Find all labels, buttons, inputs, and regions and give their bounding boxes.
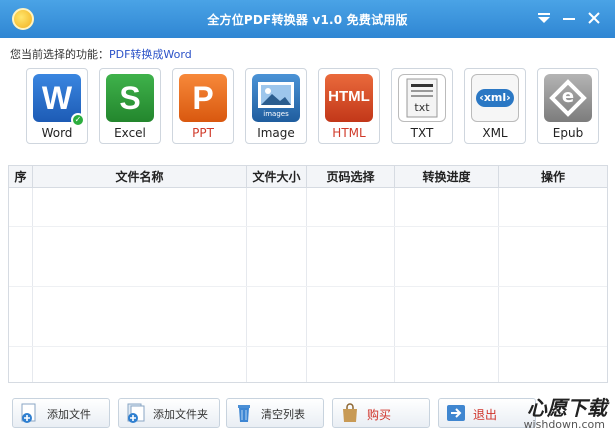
exit-label: 退出 (473, 408, 498, 422)
excel-icon: S (106, 74, 154, 122)
buy-label: 购买 (367, 408, 392, 422)
current-function-value: PDF转换成Word (109, 48, 192, 61)
table-header: 序号 文件名称 文件大小 页码选择 转换进度 操作 (9, 166, 607, 188)
format-excel-button[interactable]: S Excel (99, 68, 161, 144)
col-file-size[interactable]: 文件大小 (247, 166, 307, 188)
format-label: TXT (410, 126, 434, 140)
column-divider (498, 188, 499, 382)
add-file-label: 添加文件 (47, 408, 91, 421)
format-xml-button[interactable]: ‹xml› XML (464, 68, 526, 144)
format-label: XML (482, 126, 508, 140)
selected-check-icon: ✓ (71, 113, 85, 127)
image-icon: images (252, 74, 300, 122)
txt-icon: txt (398, 74, 446, 122)
format-label: Image (257, 126, 295, 140)
format-label: HTML (332, 126, 366, 140)
col-page-select[interactable]: 页码选择 (307, 166, 395, 188)
format-label: Epub (552, 126, 584, 140)
format-label: Excel (114, 126, 146, 140)
column-divider (32, 188, 33, 382)
add-folder-label: 添加文件夹 (153, 408, 208, 421)
column-divider (306, 188, 307, 382)
add-file-button[interactable]: 添加文件 (12, 398, 110, 428)
row-divider (9, 346, 607, 347)
row-divider (9, 226, 607, 227)
row-divider (9, 286, 607, 287)
minimize-button[interactable] (560, 9, 578, 27)
column-divider (394, 188, 395, 382)
xml-icon: ‹xml› (471, 74, 519, 122)
file-table[interactable]: 序号 文件名称 文件大小 页码选择 转换进度 操作 (8, 165, 608, 383)
window-title: 全方位PDF转换器 v1.0 免费试用版 (207, 13, 408, 27)
close-icon (588, 12, 600, 24)
epub-icon: e (544, 74, 592, 122)
html-icon: HTML (325, 74, 373, 122)
shopping-bag-icon (343, 403, 357, 422)
format-ppt-button[interactable]: P PPT (172, 68, 234, 144)
menu-dropdown-button[interactable] (535, 9, 553, 27)
format-image-button[interactable]: images Image (245, 68, 307, 144)
exit-arrow-icon (447, 405, 465, 421)
clear-list-button[interactable]: 清空列表 (226, 398, 324, 428)
clear-list-label: 清空列表 (261, 408, 305, 421)
format-html-button[interactable]: HTML HTML (318, 68, 380, 144)
current-function: 您当前选择的功能：PDF转换成Word (10, 46, 192, 62)
title-bar: 全方位PDF转换器 v1.0 免费试用版 (0, 0, 615, 38)
buy-button[interactable]: 购买 (332, 398, 430, 428)
chevron-down-icon (538, 13, 550, 23)
current-function-label: 您当前选择的功能： (10, 48, 109, 61)
format-word-button[interactable]: W ✓ Word (26, 68, 88, 144)
add-folder-button[interactable]: 添加文件夹 (118, 398, 220, 428)
col-index[interactable]: 序号 (9, 166, 33, 188)
column-divider (246, 188, 247, 382)
format-epub-button[interactable]: e Epub (537, 68, 599, 144)
trash-icon (238, 405, 250, 422)
close-button[interactable] (585, 9, 603, 27)
add-file-icon (21, 403, 36, 423)
format-label: Word (41, 126, 73, 140)
col-file-name[interactable]: 文件名称 (33, 166, 247, 188)
col-action[interactable]: 操作 (499, 166, 607, 188)
minimize-icon (563, 18, 575, 20)
exit-button[interactable]: 退出 (438, 398, 536, 428)
format-label: PPT (192, 126, 214, 140)
format-toolbar: W ✓ Word S Excel P PPT images Image HTML… (26, 68, 606, 144)
ppt-icon: P (179, 74, 227, 122)
col-progress[interactable]: 转换进度 (395, 166, 499, 188)
bottom-bar: 添加文件 添加文件夹 清空列表 购买 退出 (0, 392, 615, 435)
format-txt-button[interactable]: txt TXT (391, 68, 453, 144)
add-folder-icon (127, 403, 145, 423)
